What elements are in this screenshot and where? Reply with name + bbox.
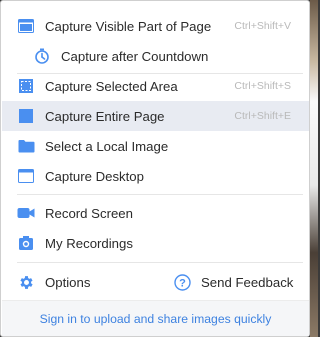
desktop-icon <box>17 167 35 185</box>
svg-text:?: ? <box>179 277 186 289</box>
menu-item-select-local-image[interactable]: Select a Local Image <box>2 131 309 161</box>
options-label: Options <box>45 274 91 290</box>
send-feedback-label: Send Feedback <box>201 274 294 290</box>
video-camera-icon <box>17 204 35 222</box>
selection-icon <box>17 77 35 95</box>
divider <box>17 262 303 263</box>
page-icon <box>17 107 35 125</box>
menu-item-label: Record Screen <box>45 205 133 221</box>
menu-item-label: Capture Visible Part of Page <box>45 18 212 34</box>
menu-item-label: Select a Local Image <box>45 138 169 154</box>
menu-item-capture-selected-area[interactable]: Capture Selected Area Ctrl+Shift+S <box>2 71 309 101</box>
gear-icon <box>17 273 35 291</box>
help-circle-icon: ? <box>173 273 191 291</box>
send-feedback-button[interactable]: ? Send Feedback <box>173 267 293 297</box>
timer-icon <box>33 47 51 65</box>
menu-item-capture-countdown[interactable]: Capture after Countdown <box>2 41 309 71</box>
menu-item-my-recordings[interactable]: My Recordings <box>2 228 309 258</box>
shortcut-label: Ctrl+Shift+S <box>234 80 291 92</box>
menu-item-record-screen[interactable]: Record Screen <box>2 198 309 228</box>
background-photo <box>310 0 318 337</box>
recordings-icon <box>17 234 35 252</box>
shortcut-label: Ctrl+Shift+E <box>234 110 291 122</box>
shortcut-label: Ctrl+Shift+V <box>234 20 291 32</box>
capture-menu-popup: Capture Visible Part of Page Ctrl+Shift+… <box>0 0 310 337</box>
options-button[interactable]: Options <box>17 267 90 297</box>
window-icon <box>17 17 35 35</box>
menu-item-label: Capture after Countdown <box>61 48 209 64</box>
menu-item-label: My Recordings <box>45 235 133 251</box>
menu-item-label: Capture Selected Area <box>45 78 178 94</box>
menu-item-label: Capture Desktop <box>45 168 144 184</box>
bottom-actions: Options ? Send Feedback <box>2 267 309 297</box>
divider <box>17 194 303 195</box>
folder-icon <box>17 137 35 155</box>
menu-item-label: Capture Entire Page <box>45 108 165 124</box>
sign-in-link[interactable]: Sign in to upload and share images quick… <box>2 300 309 336</box>
menu-item-capture-entire-page[interactable]: Capture Entire Page Ctrl+Shift+E <box>2 101 309 131</box>
menu-item-capture-visible[interactable]: Capture Visible Part of Page Ctrl+Shift+… <box>2 11 309 41</box>
menu-item-capture-desktop[interactable]: Capture Desktop <box>2 161 309 191</box>
